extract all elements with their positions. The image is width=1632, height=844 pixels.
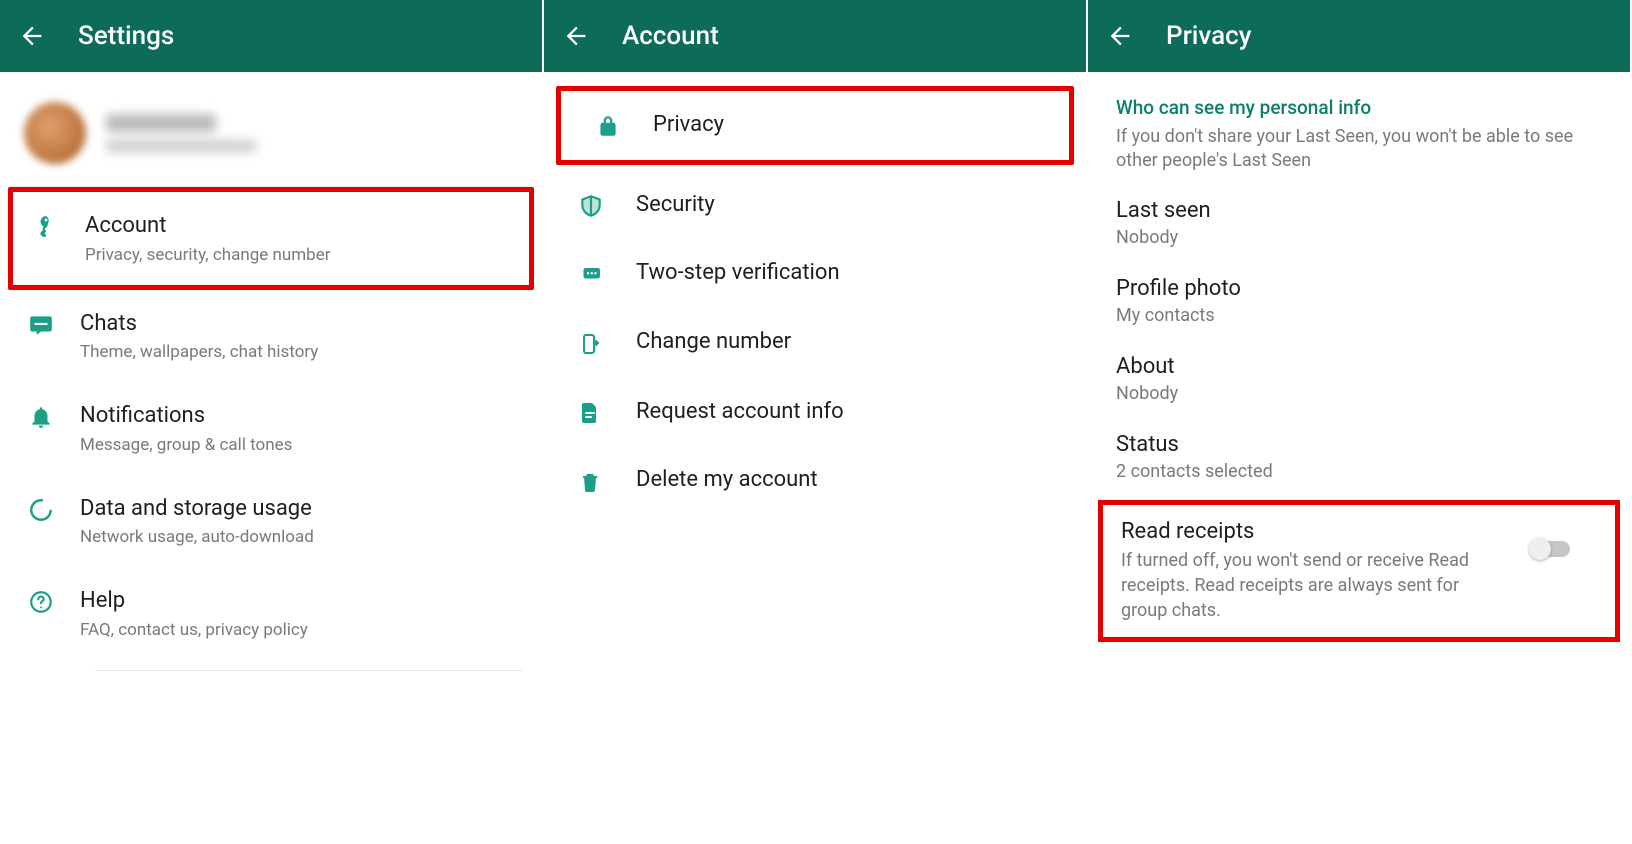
account-item-security[interactable]: Security [544, 171, 1086, 240]
back-icon[interactable] [1106, 22, 1134, 50]
settings-panel: Settings Account Privacy, security, chan… [0, 0, 544, 844]
privacy-item-status[interactable]: Status 2 contacts selected [1116, 432, 1602, 482]
lock-icon [595, 111, 653, 139]
item-title: Read receipts [1121, 519, 1597, 544]
avatar [24, 102, 86, 164]
divider [95, 670, 522, 671]
account-item-changenumber[interactable]: Change number [544, 308, 1086, 378]
back-icon[interactable] [18, 22, 46, 50]
item-value: My contacts [1116, 305, 1602, 326]
chat-icon [28, 310, 80, 338]
account-item-requestinfo[interactable]: Request account info [544, 378, 1086, 447]
item-value: Nobody [1116, 227, 1602, 248]
item-title: Privacy [653, 111, 1051, 140]
password-icon [578, 263, 636, 283]
read-receipts-toggle[interactable] [1529, 539, 1573, 559]
item-sub: Privacy, security, change number [85, 245, 511, 265]
bell-icon [28, 402, 80, 430]
data-icon [28, 495, 80, 523]
privacy-item-readreceipts[interactable]: Read receipts If turned off, you won't s… [1121, 519, 1597, 624]
settings-header: Settings [0, 0, 542, 72]
item-title: Request account info [636, 398, 1068, 427]
item-description: If turned off, you won't send or receive… [1121, 548, 1481, 624]
privacy-header: Privacy [1088, 0, 1630, 72]
item-title: Chats [80, 310, 524, 339]
trash-icon [578, 467, 636, 495]
account-item-twostep[interactable]: Two-step verification [544, 239, 1086, 308]
section-heading: Who can see my personal info [1116, 96, 1602, 119]
account-item-privacy[interactable]: Privacy [561, 91, 1069, 160]
account-content: Privacy Security Two-step verification [544, 72, 1086, 844]
profile-text [106, 114, 256, 152]
item-title: Account [85, 212, 511, 241]
item-title: Status [1116, 432, 1602, 457]
account-item-delete[interactable]: Delete my account [544, 446, 1086, 515]
key-icon [33, 212, 85, 240]
privacy-highlight: Privacy [556, 86, 1074, 165]
privacy-item-about[interactable]: About Nobody [1116, 354, 1602, 404]
item-title: Help [80, 587, 524, 616]
item-title: About [1116, 354, 1602, 379]
settings-item-data[interactable]: Data and storage usage Network usage, au… [0, 475, 542, 568]
item-title: Delete my account [636, 466, 1068, 495]
settings-item-account[interactable]: Account Privacy, security, change number [13, 192, 529, 285]
settings-title: Settings [78, 21, 174, 51]
item-title: Two-step verification [636, 259, 1068, 288]
item-title: Security [636, 191, 1068, 220]
settings-item-notifications[interactable]: Notifications Message, group & call tone… [0, 382, 542, 475]
privacy-panel: Privacy Who can see my personal info If … [1088, 0, 1632, 844]
account-header: Account [544, 0, 1086, 72]
item-sub: Network usage, auto-download [80, 527, 524, 547]
item-sub: Message, group & call tones [80, 435, 524, 455]
settings-content: Account Privacy, security, change number… [0, 72, 542, 844]
item-title: Notifications [80, 402, 524, 431]
document-icon [578, 398, 636, 426]
account-title: Account [622, 21, 719, 51]
section-description: If you don't share your Last Seen, you w… [1116, 125, 1602, 174]
account-panel: Account Privacy Security [544, 0, 1088, 844]
item-sub: Theme, wallpapers, chat history [80, 342, 524, 362]
toggle-thumb [1529, 538, 1551, 560]
account-highlight: Account Privacy, security, change number [8, 187, 534, 290]
item-value: Nobody [1116, 383, 1602, 404]
back-icon[interactable] [562, 22, 590, 50]
item-title: Last seen [1116, 198, 1602, 223]
read-receipts-highlight: Read receipts If turned off, you won't s… [1098, 500, 1620, 643]
privacy-title: Privacy [1166, 21, 1251, 51]
privacy-item-profilephoto[interactable]: Profile photo My contacts [1116, 276, 1602, 326]
shield-icon [578, 191, 636, 219]
privacy-item-lastseen[interactable]: Last seen Nobody [1116, 198, 1602, 248]
change-number-icon [578, 328, 636, 358]
help-icon [28, 587, 80, 615]
profile-row[interactable] [0, 80, 542, 187]
item-sub: FAQ, contact us, privacy policy [80, 620, 524, 640]
item-title: Data and storage usage [80, 495, 524, 524]
settings-item-help[interactable]: Help FAQ, contact us, privacy policy [0, 567, 542, 660]
privacy-content: Who can see my personal info If you don'… [1088, 72, 1630, 500]
settings-item-chats[interactable]: Chats Theme, wallpapers, chat history [0, 290, 542, 383]
item-title: Profile photo [1116, 276, 1602, 301]
item-title: Change number [636, 328, 1068, 357]
item-value: 2 contacts selected [1116, 461, 1602, 482]
